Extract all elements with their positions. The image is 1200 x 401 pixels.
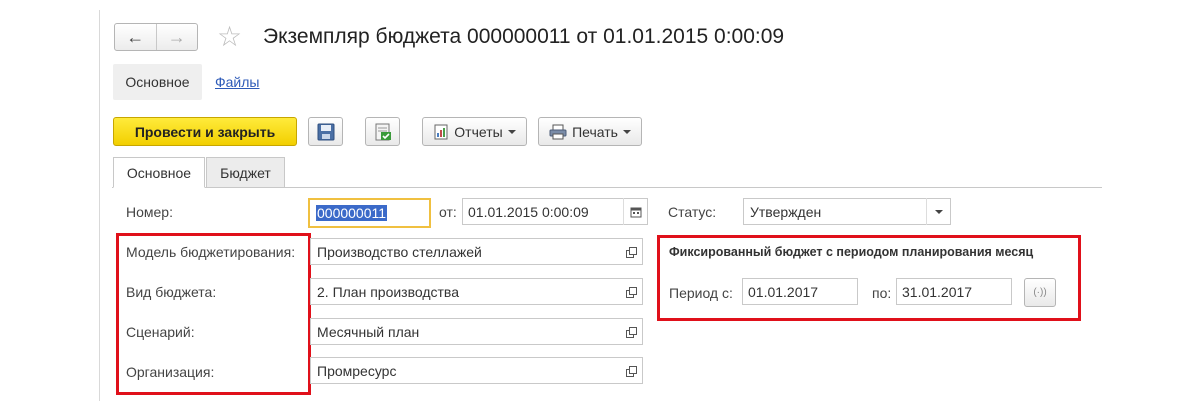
budget-type-input[interactable]: 2. План производства	[310, 278, 643, 305]
tab-budget[interactable]: Бюджет	[206, 157, 285, 188]
printer-icon	[549, 124, 567, 139]
status-label: Статус:	[668, 204, 717, 220]
period-select-button[interactable]: (·))	[1024, 278, 1056, 307]
model-input[interactable]: Производство стеллажей	[310, 238, 643, 265]
status-dropdown-button[interactable]	[926, 198, 950, 225]
period-to-value: 31.01.2017	[902, 283, 973, 300]
period-from-value: 01.01.2017	[748, 283, 819, 300]
period-to-label: по:	[872, 285, 892, 301]
model-open-button[interactable]	[619, 238, 643, 265]
tab-main[interactable]: Основное	[113, 157, 205, 188]
section-files-link[interactable]: Файлы	[215, 74, 259, 90]
scenario-value: Месячный план	[317, 323, 420, 340]
post-button[interactable]	[365, 117, 400, 146]
reports-button-label: Отчеты	[454, 123, 503, 140]
post-and-close-button[interactable]: Провести и закрыть	[113, 117, 297, 146]
report-icon	[434, 124, 448, 139]
page-title: Экземпляр бюджета 000000011 от 01.01.201…	[263, 25, 785, 48]
forward-button[interactable]: →	[155, 24, 198, 50]
organization-input[interactable]: Промресурс	[310, 357, 643, 384]
date-input[interactable]: 01.01.2015 0:00:09	[462, 198, 648, 225]
save-button[interactable]	[308, 117, 343, 146]
organization-value: Промресурс	[317, 362, 397, 379]
number-label: Номер:	[126, 204, 173, 220]
scenario-input[interactable]: Месячный план	[310, 318, 643, 345]
arrow-left-icon: ←	[126, 27, 145, 47]
budget-type-open-button[interactable]	[619, 278, 643, 305]
back-button[interactable]: ←	[115, 24, 156, 50]
budget-type-value: 2. План производства	[317, 283, 460, 300]
scenario-open-button[interactable]	[619, 318, 643, 345]
number-value: 000000011	[316, 205, 388, 221]
model-value: Производство стеллажей	[317, 243, 482, 260]
number-input[interactable]: 000000011	[308, 198, 431, 228]
chevron-down-icon	[622, 129, 631, 134]
calendar-icon	[630, 207, 641, 217]
open-form-icon	[626, 286, 637, 298]
organization-open-button[interactable]	[619, 357, 643, 384]
chevron-down-icon	[507, 129, 516, 134]
date-value: 01.01.2015 0:00:09	[468, 203, 589, 220]
period-picker-icon: (·))	[1033, 287, 1047, 298]
calendar-button[interactable]	[623, 198, 647, 225]
open-form-icon	[626, 246, 637, 258]
print-button[interactable]: Печать	[538, 117, 642, 146]
section-main[interactable]: Основное	[113, 64, 202, 100]
period-to-input[interactable]: 31.01.2017	[896, 278, 1012, 305]
reports-button[interactable]: Отчеты	[422, 117, 527, 146]
arrow-right-icon: →	[167, 27, 186, 47]
chevron-down-icon	[934, 209, 943, 214]
post-document-icon	[375, 123, 391, 140]
nav-buttons: ← →	[114, 23, 198, 51]
period-from-label: Период с:	[669, 285, 733, 301]
floppy-disk-icon	[317, 123, 334, 140]
status-select[interactable]: Утвержден	[743, 198, 951, 225]
left-divider	[99, 10, 100, 401]
labels-highlight-box	[116, 233, 311, 395]
period-heading: Фиксированный бюджет с периодом планиров…	[669, 245, 1034, 259]
status-value: Утвержден	[750, 203, 822, 220]
favorite-star-icon[interactable]: ☆	[217, 22, 247, 52]
open-form-icon	[626, 365, 637, 377]
open-form-icon	[626, 326, 637, 338]
print-button-label: Печать	[572, 123, 618, 140]
date-label: от:	[439, 204, 457, 220]
period-from-input[interactable]: 01.01.2017	[742, 278, 858, 305]
